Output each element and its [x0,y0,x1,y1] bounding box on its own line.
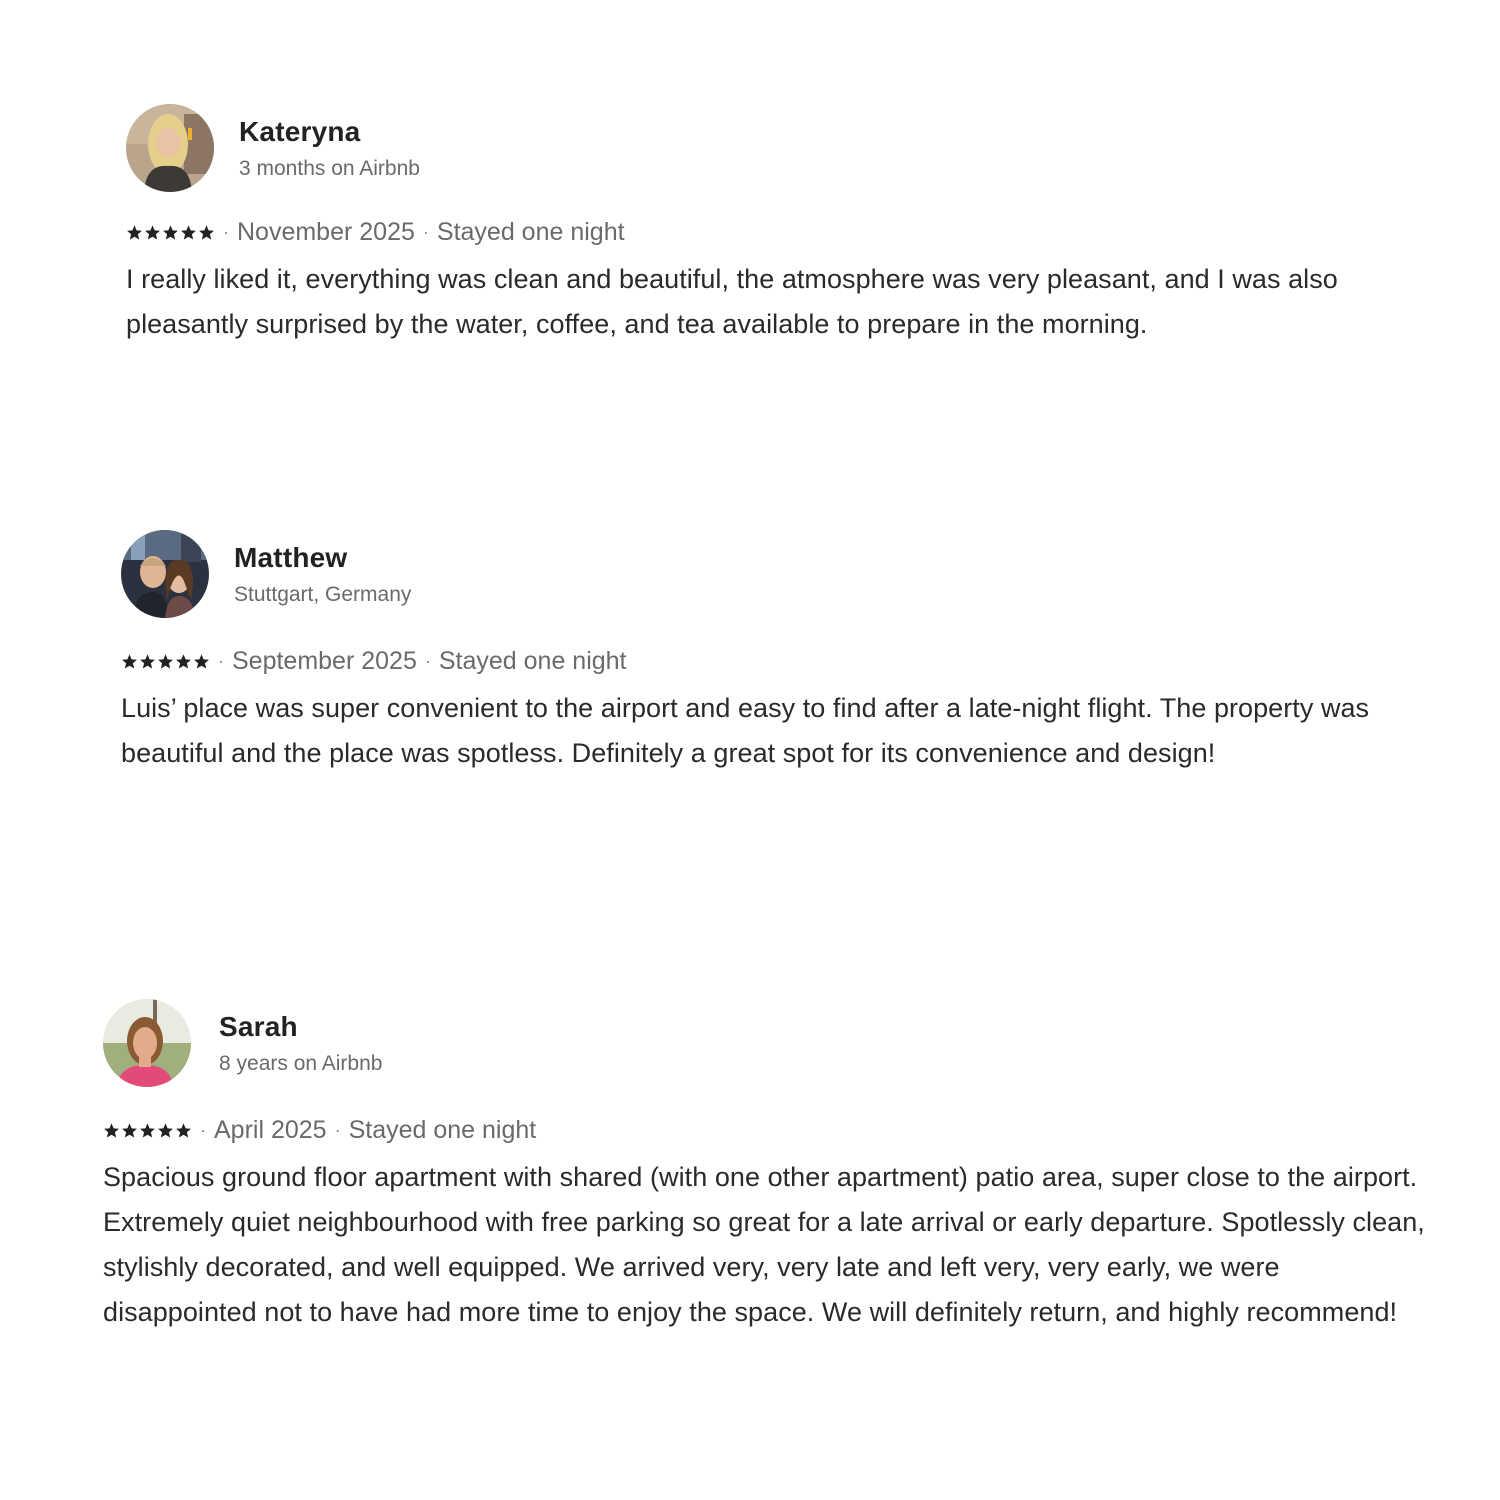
review-card: Kateryna 3 months on Airbnb · November 2… [126,103,1426,347]
reviewer-info: Sarah 8 years on Airbnb [219,1007,382,1079]
star-icon [157,1122,174,1139]
stay-length: Stayed one night [436,217,625,246]
reviewer-avatar[interactable] [121,530,209,618]
star-rating [121,653,210,670]
star-icon [157,653,174,670]
review-card: Sarah 8 years on Airbnb · April 2025 · S… [103,998,1433,1335]
reviewer-subtitle: 8 years on Airbnb [219,1052,383,1075]
reviewer-info: Matthew Stuttgart, Germany [234,538,411,610]
review-text: Spacious ground floor apartment with sha… [103,1162,1425,1327]
star-icon [139,1122,156,1139]
star-icon [162,224,179,241]
reviewer-info: Kateryna 3 months on Airbnb [239,112,420,184]
star-icon [193,653,210,670]
reviewer-avatar[interactable] [126,104,214,192]
stay-length: Stayed one night [438,646,627,675]
reviewer-subtitle: 3 months on Airbnb [239,157,420,180]
meta-separator: · [200,1119,206,1140]
reviewer-subtitle: Stuttgart, Germany [234,583,412,606]
review-header: Kateryna 3 months on Airbnb [126,103,1426,193]
reviewer-name[interactable]: Sarah [219,1009,382,1045]
review-header: Matthew Stuttgart, Germany [121,529,1421,619]
review-text: Luis’ place was super convenient to the … [121,693,1370,768]
review-header: Sarah 8 years on Airbnb [103,998,1433,1088]
meta-separator: · [424,650,431,671]
avatar-photo-icon [126,104,214,192]
stay-length: Stayed one night [348,1115,537,1144]
star-icon [139,653,156,670]
review-date: April 2025 [214,1115,327,1144]
review-meta: · April 2025 · Stayed one night [103,1113,1433,1147]
star-icon [198,224,215,241]
star-icon [144,224,161,241]
avatar-photo-icon [103,999,191,1087]
star-icon [126,224,143,241]
star-icon [175,1122,192,1139]
review-meta: · November 2025 · Stayed one night [126,215,1426,249]
star-rating [103,1122,192,1139]
review-date: November 2025 [237,217,415,246]
meta-separator: · [218,650,224,671]
star-rating [126,224,215,241]
review-text: I really liked it, everything was clean … [126,264,1338,339]
star-icon [175,653,192,670]
reviewer-avatar[interactable] [103,999,191,1087]
review-meta: · September 2025 · Stayed one night [121,644,1421,678]
meta-separator: · [334,1119,341,1140]
review-card: Matthew Stuttgart, Germany · September 2… [121,529,1421,776]
star-icon [121,1122,138,1139]
reviewer-name[interactable]: Kateryna [239,114,420,150]
meta-separator: · [422,221,429,242]
reviewer-name[interactable]: Matthew [234,540,411,576]
star-icon [103,1122,120,1139]
meta-separator: · [223,221,229,242]
star-icon [180,224,197,241]
star-icon [121,653,138,670]
avatar-photo-icon [121,530,209,618]
review-date: September 2025 [232,646,417,675]
